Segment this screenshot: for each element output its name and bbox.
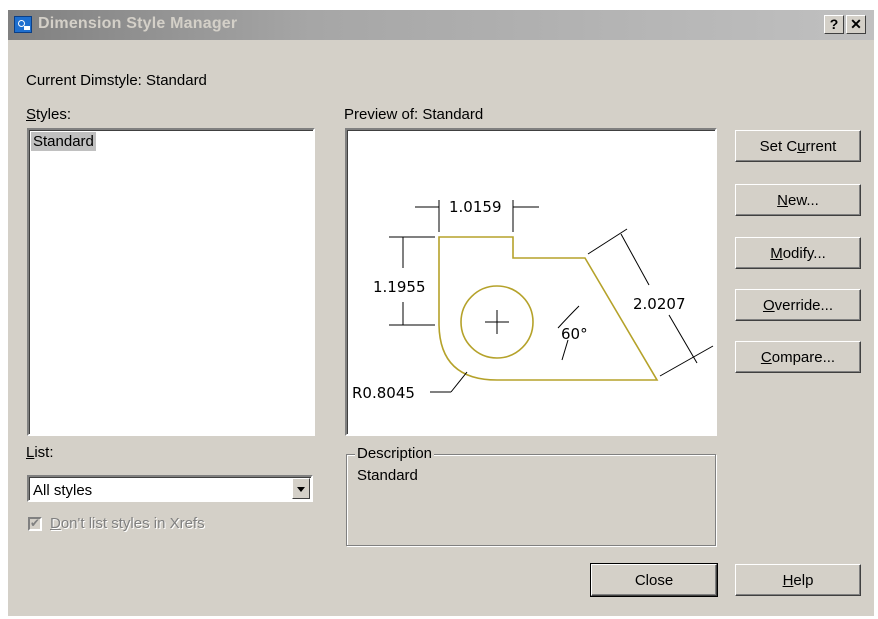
dim-angle-text: 60° xyxy=(561,325,588,343)
list-filter-value: All styles xyxy=(33,482,93,499)
override-post: verride... xyxy=(774,296,834,314)
window-title: Dimension Style Manager xyxy=(38,15,238,32)
current-dimstyle-label: Current Dimstyle: Standard xyxy=(26,72,207,89)
dim-radius-text: R0.8045 xyxy=(352,384,415,402)
styles-label-key: S xyxy=(26,106,37,123)
help-button[interactable]: Help xyxy=(735,564,861,596)
dimension-style-manager-dialog: Dimension Style Manager ? ✕ Current Dims… xyxy=(8,10,874,616)
modify-post: odify... xyxy=(782,244,826,262)
title-bar[interactable]: Dimension Style Manager ? ✕ xyxy=(8,10,874,40)
list-label-rest: ist: xyxy=(34,444,54,461)
compare-button[interactable]: Compare... xyxy=(735,341,861,373)
new-post: ew... xyxy=(787,191,819,209)
preview-label: Preview of: Standard xyxy=(344,106,484,123)
override-button[interactable]: Override... xyxy=(735,289,861,321)
part-outline xyxy=(438,236,659,381)
modify-button[interactable]: Modify... xyxy=(735,237,861,269)
style-list-item-standard[interactable]: Standard xyxy=(31,132,96,151)
help-icon[interactable]: ? xyxy=(824,15,844,34)
set-current-button[interactable]: Set Current xyxy=(735,130,861,162)
styles-label-rest: tyles: xyxy=(36,106,72,123)
modify-key: M xyxy=(770,244,783,262)
help-post: elp xyxy=(793,571,814,589)
set-current-pre: Set C xyxy=(759,137,798,155)
xrefs-checkbox-label: Don't list styles in Xrefs xyxy=(50,515,205,532)
preview-pane: 1.0159 1.1955 2.0207 60° R0.8045 xyxy=(345,128,717,436)
set-current-key: u xyxy=(797,137,806,155)
list-label: List: xyxy=(26,444,54,461)
description-group: Description Standard xyxy=(346,445,716,546)
compare-key: C xyxy=(760,348,772,366)
new-button[interactable]: New... xyxy=(735,184,861,216)
xrefs-checkbox[interactable] xyxy=(28,516,42,531)
styles-label: Styles: xyxy=(26,106,71,123)
list-filter-select[interactable]: All styles xyxy=(27,475,313,502)
close-icon[interactable]: ✕ xyxy=(846,15,866,34)
xrefs-checkbox-rest: on't list styles in Xrefs xyxy=(60,515,205,532)
preview-drawing: 1.0159 1.1955 2.0207 60° R0.8045 xyxy=(352,198,714,402)
chevron-down-icon[interactable] xyxy=(292,478,310,499)
compare-post: ompare... xyxy=(771,348,836,366)
styles-listbox[interactable]: Standard xyxy=(27,128,315,436)
description-legend: Description xyxy=(355,445,435,462)
dim-width-text: 1.0159 xyxy=(449,198,502,216)
dim-diagonal-text: 2.0207 xyxy=(633,295,686,313)
help-key: H xyxy=(782,571,794,589)
set-current-post: rrent xyxy=(805,137,837,155)
dimstyle-app-icon[interactable] xyxy=(14,16,32,33)
dim-height-text: 1.1955 xyxy=(373,278,426,296)
override-key: O xyxy=(762,296,775,314)
close-button[interactable]: Close xyxy=(590,563,718,597)
new-key: N xyxy=(777,191,788,209)
description-text: Standard xyxy=(357,467,418,484)
xrefs-checkbox-key: D xyxy=(50,515,61,532)
